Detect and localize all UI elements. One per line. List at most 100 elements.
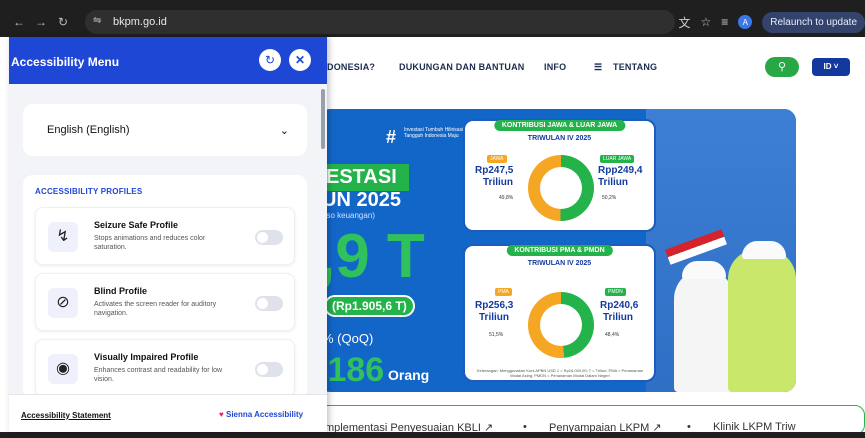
banner-title: ESTASI <box>318 164 409 191</box>
link-penyampaian-lkpm[interactable]: Penyampaian LKPM ↗ <box>549 421 662 432</box>
panel-scrollbar[interactable] <box>321 89 325 149</box>
profile-toggle[interactable] <box>255 362 283 377</box>
forward-icon[interactable]: → <box>30 15 52 29</box>
profile-name: Seizure Safe Profile <box>94 220 179 230</box>
banner-jobs-value: .186 <box>318 351 385 389</box>
profiles-heading: ACCESSIBILITY PROFILES <box>35 187 143 196</box>
unit-luar-jawa: Triliun <box>598 177 628 188</box>
worker-figure <box>674 269 734 392</box>
accessibility-footer: Accessibility Statement ♥ Sienna Accessi… <box>9 394 327 432</box>
language-value: English (English) <box>47 124 130 136</box>
profile-visually-impaired[interactable]: ◉ Visually Impaired Profile Enhances con… <box>35 339 295 394</box>
reset-icon: ↻ <box>264 53 276 67</box>
profile-name: Visually Impaired Profile <box>94 352 199 362</box>
brand-link[interactable]: ♥ Sienna Accessibility <box>219 410 303 419</box>
quick-links-bar: mplementasi Penyesuaian KBLI ↗ • Penyamp… <box>290 405 865 432</box>
link-implementasi-kbli[interactable]: mplementasi Penyesuaian KBLI ↗ <box>325 421 493 432</box>
relaunch-button[interactable]: Relaunch to update <box>762 11 865 33</box>
menu-icon[interactable]: ☰ <box>594 62 602 73</box>
eye-icon: ◉ <box>48 354 78 384</box>
reload-icon[interactable]: ↻ <box>52 15 74 29</box>
chevron-down-icon: ⌄ <box>279 124 289 137</box>
eye-off-icon: ⊘ <box>48 288 78 318</box>
card-subtitle: TRIWULAN IV 2025 <box>527 260 592 267</box>
brand-name: Sienna Accessibility <box>225 410 304 419</box>
nav-item-dukungan[interactable]: DUKUNGAN DAN BANTUAN <box>399 62 525 72</box>
nav-item-tentang[interactable]: TENTANG <box>613 62 657 72</box>
link-klinik-lkpm[interactable]: Klinik LKPM Triw <box>713 421 796 432</box>
back-icon[interactable]: ← <box>8 15 30 29</box>
tag-pmdn: PMDN <box>605 288 626 296</box>
donut-chart-jawa <box>528 155 594 221</box>
banner-pill-value: (Rp1.905,6 T) <box>324 295 415 317</box>
profiles-card: ACCESSIBILITY PROFILES ↯ Seizure Safe Pr… <box>23 175 307 394</box>
profile-toggle[interactable] <box>255 296 283 311</box>
no-flash-icon: ↯ <box>48 222 78 252</box>
profile-description: Activates the screen reader for auditory… <box>94 301 217 317</box>
site-info-icon[interactable]: ⇋ <box>93 15 109 29</box>
banner-year: UN 2025 <box>322 189 401 211</box>
pct-jawa: 49,8% <box>499 195 514 201</box>
address-bar[interactable]: ⇋ bkpm.go.id <box>85 10 675 34</box>
nav-item-indonesia[interactable]: DONESIA? <box>327 62 375 72</box>
tag-luar-jawa: LUAR JAWA <box>600 155 635 163</box>
profile-avatar[interactable]: A <box>738 15 753 29</box>
tag-pma: PMA <box>495 288 512 296</box>
card-footnote: Keterangan: Menggunakan Kurs APBN USD 1 … <box>476 368 644 378</box>
reading-list-icon[interactable]: ≡ <box>721 15 728 29</box>
accessibility-statement-link[interactable]: Accessibility Statement <box>21 411 111 420</box>
banner-qoq: % (QoQ) <box>322 331 374 346</box>
unit-pma: Triliun <box>479 312 509 323</box>
pct-luar-jawa: 50,2% <box>602 195 617 201</box>
accessibility-content[interactable]: English (English) ⌄ ACCESSIBILITY PROFIL… <box>9 84 327 394</box>
pct-pmdn: 48,4% <box>605 332 620 338</box>
value-luar-jawa: Rpp249,4 <box>598 165 643 176</box>
bookmark-star-icon[interactable]: ☆ <box>700 15 711 29</box>
profile-description: Stops animations and reduces color satur… <box>94 235 206 251</box>
donut-chart-pma <box>528 292 594 358</box>
card-title: KONTRIBUSI JAWA & LUAR JAWA <box>493 120 626 131</box>
language-card: English (English) ⌄ <box>23 104 307 156</box>
translate-icon[interactable]: 文 <box>678 14 690 31</box>
nav-item-info[interactable]: INFO <box>544 62 566 72</box>
link-separator: • <box>687 421 691 432</box>
value-pma: Rp256,3 <box>475 300 514 311</box>
card-jawa-luar-jawa: KONTRIBUSI JAWA & LUAR JAWA TRIWULAN IV … <box>463 119 656 232</box>
card-subtitle: TRIWULAN IV 2025 <box>527 135 592 142</box>
search-icon: ⚲ <box>777 61 787 73</box>
accessibility-panel: Accessibility Menu ↻ ✕ English (English)… <box>9 37 327 432</box>
banner-subtitle: aso keuangan) <box>322 211 375 220</box>
url-text: bkpm.go.id <box>113 16 167 28</box>
helmet-icon <box>742 241 786 259</box>
browser-toolbar: ← → ↻ ⇋ bkpm.go.id 文 ☆ ≡ A Relaunch to u… <box>0 7 865 37</box>
value-pmdn: Rp240,6 <box>600 300 639 311</box>
profile-blind[interactable]: ⊘ Blind Profile Activates the screen rea… <box>35 273 295 331</box>
investment-banner[interactable]: # Investasi Tumbuh Hilirisasi Tangguh In… <box>318 109 796 392</box>
search-button[interactable]: ⚲ <box>765 57 799 77</box>
worker-figure <box>728 249 796 392</box>
hashtag-text: Investasi Tumbuh Hilirisasi Tangguh Indo… <box>404 127 464 139</box>
value-jawa: Rp247,5 <box>475 165 514 176</box>
accessibility-title: Accessibility Menu <box>11 55 120 69</box>
unit-jawa: Triliun <box>483 177 513 188</box>
link-separator: • <box>523 421 527 432</box>
language-select[interactable]: English (English) ⌄ <box>33 114 297 146</box>
close-icon: ✕ <box>294 53 306 67</box>
reset-button[interactable]: ↻ <box>259 49 281 71</box>
pct-pma: 51,5% <box>489 332 504 338</box>
profile-seizure-safe[interactable]: ↯ Seizure Safe Profile Stops animations … <box>35 207 295 265</box>
workers-illustration <box>646 229 796 392</box>
heart-icon: ♥ <box>219 410 224 419</box>
helmet-icon <box>682 261 726 279</box>
hashtag-logo-icon: # <box>386 127 397 147</box>
unit-pmdn: Triliun <box>603 312 633 323</box>
profile-name: Blind Profile <box>94 286 148 296</box>
banner-jobs-unit: Orang <box>388 367 430 383</box>
card-pma-pmdn: KONTRIBUSI PMA & PMDN TRIWULAN IV 2025 P… <box>463 244 656 382</box>
banner-big-value: ,9 T <box>318 222 425 291</box>
profile-description: Enhances contrast and readability for lo… <box>94 367 223 383</box>
language-button[interactable]: ID ˅ <box>812 58 850 76</box>
profile-toggle[interactable] <box>255 230 283 245</box>
close-button[interactable]: ✕ <box>289 49 311 71</box>
accessibility-header: Accessibility Menu ↻ ✕ <box>9 37 327 84</box>
